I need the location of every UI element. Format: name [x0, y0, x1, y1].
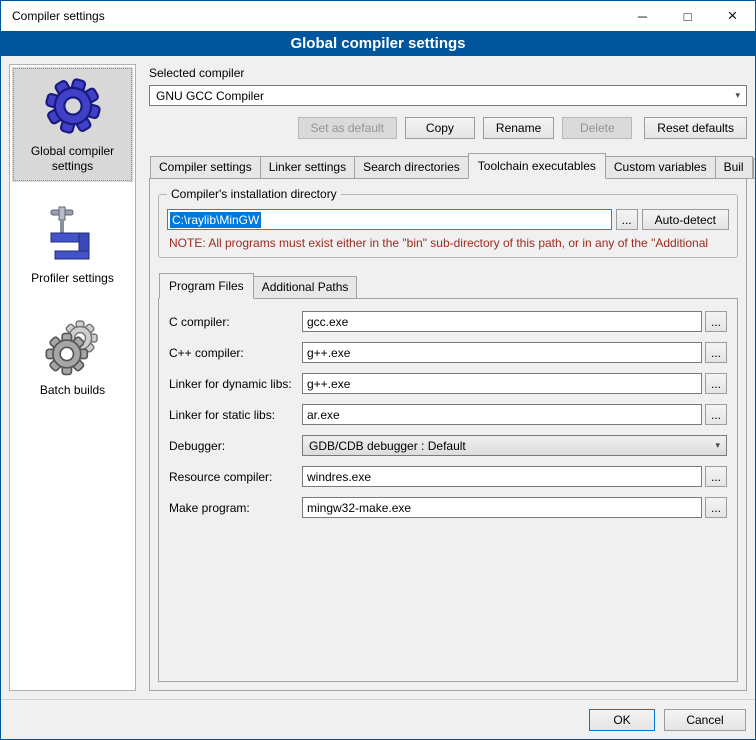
linker-dynamic-libs-browse-button[interactable]: ...: [705, 373, 727, 394]
gears-stack-icon: [43, 316, 103, 376]
linker-dynamic-libs-input[interactable]: g++.exe: [302, 373, 702, 394]
field-row: Linker for static libs: ar.exe ...: [169, 404, 727, 425]
tab-compiler-settings[interactable]: Compiler settings: [150, 156, 261, 179]
linker-static-libs-browse-button[interactable]: ...: [705, 404, 727, 425]
window-title: Compiler settings: [1, 9, 105, 23]
selected-text: C:\raylib\MinGW: [170, 212, 261, 228]
reset-defaults-button[interactable]: Reset defaults: [644, 117, 747, 139]
groupbox-title: Compiler's installation directory: [167, 187, 341, 201]
linker-static-libs-label: Linker for static libs:: [169, 408, 302, 422]
debugger-label: Debugger:: [169, 439, 302, 453]
installation-directory-row: C:\raylib\MinGW ... Auto-detect: [167, 209, 729, 230]
field-row: Resource compiler: windres.exe ...: [169, 466, 727, 487]
c-compiler-label: C compiler:: [169, 315, 302, 329]
make-program-label: Make program:: [169, 501, 302, 515]
field-row: Linker for dynamic libs: g++.exe ...: [169, 373, 727, 394]
program-files-tabs: Program Files Additional Paths: [158, 272, 738, 298]
field-row: C++ compiler: g++.exe ...: [169, 342, 727, 363]
tab-toolchain-executables[interactable]: Toolchain executables: [468, 153, 606, 179]
installation-directory-input[interactable]: C:\raylib\MinGW: [167, 209, 612, 230]
maximize-button[interactable]: □: [665, 1, 710, 31]
cpp-compiler-browse-button[interactable]: ...: [705, 342, 727, 363]
program-files-notebook: Program Files Additional Paths C compile…: [158, 272, 738, 682]
auto-detect-button[interactable]: Auto-detect: [642, 209, 729, 230]
settings-tabs: Compiler settings Linker settings Search…: [149, 152, 747, 178]
minimize-button[interactable]: ─: [620, 1, 665, 31]
selected-compiler-value: GNU GCC Compiler: [156, 89, 264, 103]
c-compiler-browse-button[interactable]: ...: [705, 311, 727, 332]
tab-custom-variables[interactable]: Custom variables: [605, 156, 716, 179]
tab-additional-paths[interactable]: Additional Paths: [253, 276, 358, 299]
dialog-body: Global compiler settings Profiler settin…: [1, 56, 755, 699]
sidebar-item-label: Profiler settings: [31, 271, 114, 286]
sidebar-item-label: Batch builds: [40, 383, 105, 398]
close-button[interactable]: ×: [710, 1, 755, 31]
debugger-value: GDB/CDB debugger : Default: [309, 439, 466, 453]
resource-compiler-input[interactable]: windres.exe: [302, 466, 702, 487]
sidebar-item-global-compiler-settings[interactable]: Global compiler settings: [12, 67, 133, 182]
field-row: Make program: mingw32-make.exe ...: [169, 497, 727, 518]
tab-search-directories[interactable]: Search directories: [354, 156, 469, 179]
tab-build-options[interactable]: Buil: [715, 156, 753, 179]
tab-scroll-controls: ◄ ►: [753, 158, 756, 179]
cpp-compiler-label: C++ compiler:: [169, 346, 302, 360]
note-text: NOTE: All programs must exist either in …: [169, 236, 727, 250]
make-program-input[interactable]: mingw32-make.exe: [302, 497, 702, 518]
delete-button[interactable]: Delete: [562, 117, 632, 139]
rename-button[interactable]: Rename: [483, 117, 554, 139]
debugger-select[interactable]: GDB/CDB debugger : Default ▾: [302, 435, 727, 456]
tab-program-files[interactable]: Program Files: [159, 273, 254, 299]
compiler-actions: Set as default Copy Rename Delete Reset …: [149, 117, 747, 139]
copy-button[interactable]: Copy: [405, 117, 475, 139]
resource-compiler-browse-button[interactable]: ...: [705, 466, 727, 487]
field-row: Debugger: GDB/CDB debugger : Default ▾: [169, 435, 727, 456]
tab-scroll-left-button[interactable]: ◄: [753, 158, 756, 179]
cpp-compiler-input[interactable]: g++.exe: [302, 342, 702, 363]
c-compiler-input[interactable]: gcc.exe: [302, 311, 702, 332]
toolchain-executables-page: Compiler's installation directory C:\ray…: [149, 178, 747, 691]
field-row: C compiler: gcc.exe ...: [169, 311, 727, 332]
chevron-down-icon: ▾: [709, 440, 720, 451]
titlebar[interactable]: Compiler settings ─ □ ×: [1, 1, 755, 31]
window-controls: ─ □ ×: [620, 1, 755, 31]
clamp-icon: [45, 204, 101, 264]
tab-linker-settings[interactable]: Linker settings: [260, 156, 355, 179]
set-as-default-button[interactable]: Set as default: [298, 117, 397, 139]
make-program-browse-button[interactable]: ...: [705, 497, 727, 518]
dialog-header: Global compiler settings: [1, 31, 755, 56]
main-content: Selected compiler GNU GCC Compiler ▾ Set…: [149, 64, 747, 691]
selected-compiler-label: Selected compiler: [149, 66, 747, 80]
settings-category-list: Global compiler settings Profiler settin…: [9, 64, 136, 691]
installation-directory-browse-button[interactable]: ...: [616, 209, 638, 230]
cancel-button[interactable]: Cancel: [664, 709, 746, 731]
sidebar-item-profiler-settings[interactable]: Profiler settings: [12, 196, 133, 294]
sidebar-item-batch-builds[interactable]: Batch builds: [12, 308, 133, 406]
selected-compiler-select[interactable]: GNU GCC Compiler ▾: [149, 85, 747, 106]
chevron-down-icon: ▾: [729, 90, 740, 101]
linker-static-libs-input[interactable]: ar.exe: [302, 404, 702, 425]
dialog-footer: OK Cancel: [1, 699, 755, 739]
gear-icon: [42, 75, 104, 137]
program-files-panel: C compiler: gcc.exe ... C++ compiler: g+…: [158, 298, 738, 682]
installation-directory-groupbox: Compiler's installation directory C:\ray…: [158, 194, 738, 258]
sidebar-item-label: Global compiler settings: [14, 144, 131, 174]
compiler-settings-dialog: Compiler settings ─ □ × Global compiler …: [0, 0, 756, 740]
ok-button[interactable]: OK: [589, 709, 655, 731]
linker-dynamic-libs-label: Linker for dynamic libs:: [169, 377, 302, 391]
resource-compiler-label: Resource compiler:: [169, 470, 302, 484]
